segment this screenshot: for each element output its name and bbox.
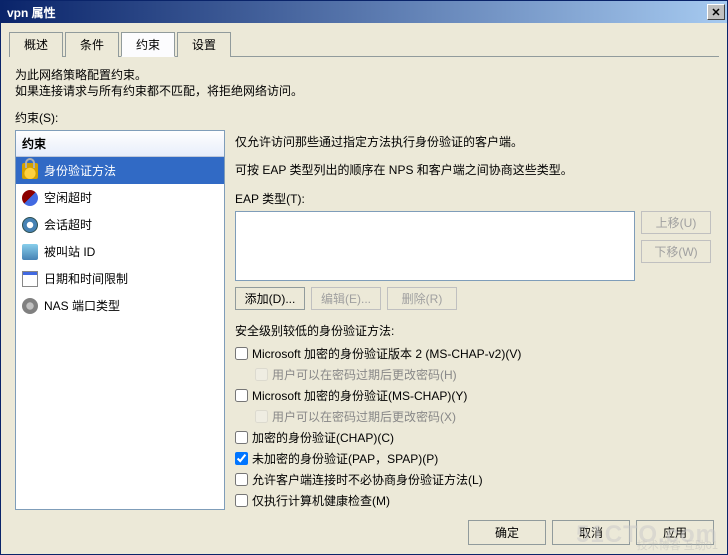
- titlebar[interactable]: vpn 属性 ✕: [1, 1, 727, 23]
- remove-button[interactable]: 删除(R): [387, 287, 457, 310]
- apply-button[interactable]: 应用: [636, 520, 714, 545]
- move-up-button[interactable]: 上移(U): [641, 211, 711, 234]
- checkbox[interactable]: [235, 347, 248, 360]
- check-label: 用户可以在密码过期后更改密码(H): [272, 366, 457, 383]
- tab-overview[interactable]: 概述: [9, 32, 63, 57]
- right-desc1: 仅允许访问那些通过指定方法执行身份验证的客户端。: [235, 134, 711, 150]
- tab-constraints[interactable]: 约束: [121, 32, 175, 57]
- checkbox[interactable]: [235, 473, 248, 486]
- nas-icon: [22, 298, 38, 314]
- sidebar-item-label: 会话超时: [44, 216, 92, 233]
- eap-types-list[interactable]: [235, 211, 635, 281]
- add-button[interactable]: 添加(D)...: [235, 287, 305, 310]
- sidebar-item-label: NAS 端口类型: [44, 297, 120, 314]
- checkbox[interactable]: [235, 389, 248, 402]
- window-title: vpn 属性: [7, 4, 56, 21]
- dialog-buttons: 确定 取消 应用: [468, 520, 714, 545]
- sidebar-item-label: 日期和时间限制: [44, 270, 128, 287]
- eap-label: EAP 类型(T):: [235, 190, 711, 207]
- sidebar-item-label: 被叫站 ID: [44, 243, 95, 260]
- list-header: 约束: [16, 131, 224, 157]
- calendar-icon: [22, 271, 38, 287]
- sidebar-item-datetime[interactable]: 日期和时间限制: [16, 265, 224, 292]
- check-mschap[interactable]: Microsoft 加密的身份验证(MS-CHAP)(Y): [235, 385, 711, 406]
- close-button[interactable]: ✕: [707, 4, 725, 20]
- check-label: Microsoft 加密的身份验证(MS-CHAP)(Y): [252, 387, 467, 404]
- desc-line2: 如果连接请求与所有约束都不匹配，将拒绝网络访问。: [15, 83, 713, 99]
- right-desc2: 可按 EAP 类型列出的顺序在 NPS 和客户端之间协商这些类型。: [235, 162, 711, 178]
- sidebar-item-nas-port[interactable]: NAS 端口类型: [16, 292, 224, 319]
- right-pane: 仅允许访问那些通过指定方法执行身份验证的客户端。 可按 EAP 类型列出的顺序在…: [233, 130, 713, 515]
- constraints-list[interactable]: 约束 身份验证方法 空闲超时 会话超时 被叫站 ID: [15, 130, 225, 510]
- sidebar-item-label: 身份验证方法: [44, 162, 116, 179]
- description: 为此网络策略配置约束。 如果连接请求与所有约束都不匹配，将拒绝网络访问。: [15, 67, 713, 99]
- check-allow-no-auth[interactable]: 允许客户端连接时不必协商身份验证方法(L): [235, 469, 711, 490]
- checkbox[interactable]: [235, 452, 248, 465]
- cancel-button[interactable]: 取消: [552, 520, 630, 545]
- check-label: Microsoft 加密的身份验证版本 2 (MS-CHAP-v2)(V): [252, 345, 521, 362]
- move-down-button[interactable]: 下移(W): [641, 240, 711, 263]
- sidebar-item-auth-method[interactable]: 身份验证方法: [16, 157, 224, 184]
- properties-window: vpn 属性 ✕ 概述 条件 约束 设置 为此网络策略配置约束。 如果连接请求与…: [0, 0, 728, 555]
- main-area: 约束 身份验证方法 空闲超时 会话超时 被叫站 ID: [15, 130, 713, 515]
- edit-button[interactable]: 编辑(E)...: [311, 287, 381, 310]
- check-mschapv2[interactable]: Microsoft 加密的身份验证版本 2 (MS-CHAP-v2)(V): [235, 343, 711, 364]
- check-mschapv2-pw: 用户可以在密码过期后更改密码(H): [255, 364, 711, 385]
- tab-settings[interactable]: 设置: [177, 32, 231, 57]
- sidebar-item-label: 空闲超时: [44, 189, 92, 206]
- check-label: 加密的身份验证(CHAP)(C): [252, 429, 394, 446]
- check-pap[interactable]: 未加密的身份验证(PAP，SPAP)(P): [235, 448, 711, 469]
- check-chap[interactable]: 加密的身份验证(CHAP)(C): [235, 427, 711, 448]
- clock-icon: [22, 217, 38, 233]
- sidebar-item-idle-timeout[interactable]: 空闲超时: [16, 184, 224, 211]
- check-health-only[interactable]: 仅执行计算机健康检查(M): [235, 490, 711, 511]
- content-area: 为此网络策略配置约束。 如果连接请求与所有约束都不匹配，将拒绝网络访问。 约束(…: [1, 57, 727, 517]
- check-mschap-pw: 用户可以在密码过期后更改密码(X): [255, 406, 711, 427]
- lock-icon: [22, 163, 38, 179]
- checkbox[interactable]: [235, 431, 248, 444]
- check-label: 允许客户端连接时不必协商身份验证方法(L): [252, 471, 483, 488]
- sidebar-item-called-station[interactable]: 被叫站 ID: [16, 238, 224, 265]
- phone-icon: [22, 244, 38, 260]
- ok-button[interactable]: 确定: [468, 520, 546, 545]
- checkbox: [255, 410, 268, 423]
- checkbox[interactable]: [235, 494, 248, 507]
- checkbox: [255, 368, 268, 381]
- desc-line1: 为此网络策略配置约束。: [15, 67, 713, 83]
- tab-conditions[interactable]: 条件: [65, 32, 119, 57]
- sidebar-item-session-timeout[interactable]: 会话超时: [16, 211, 224, 238]
- constraints-label: 约束(S):: [15, 109, 713, 126]
- check-label: 用户可以在密码过期后更改密码(X): [272, 408, 456, 425]
- clock-icon: [22, 190, 38, 206]
- check-label: 仅执行计算机健康检查(M): [252, 492, 390, 509]
- sec-methods-label: 安全级别较低的身份验证方法:: [235, 322, 711, 339]
- tab-strip: 概述 条件 约束 设置: [9, 31, 719, 56]
- check-label: 未加密的身份验证(PAP，SPAP)(P): [252, 450, 438, 467]
